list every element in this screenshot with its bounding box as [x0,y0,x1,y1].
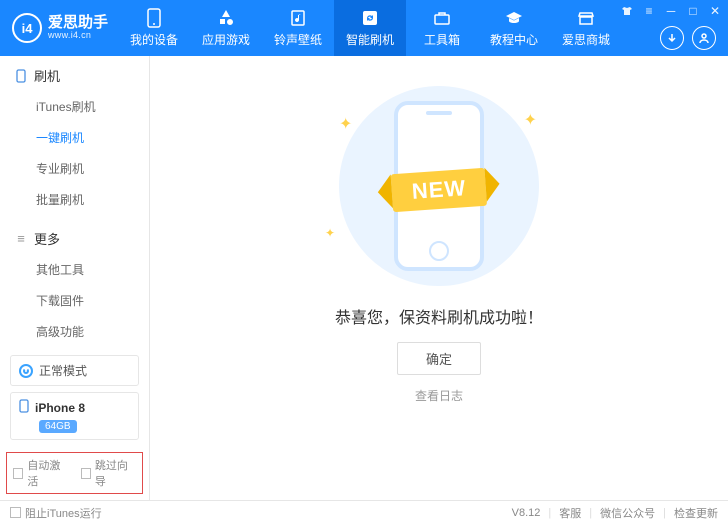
checkbox-icon [13,468,23,479]
toolbox-icon [432,8,452,28]
nav-label: 工具箱 [424,31,460,48]
sidebar-item-itunes-flash[interactable]: iTunes刷机 [0,91,149,122]
brand-subtitle: www.i4.cn [48,31,108,41]
top-nav: 我的设备 应用游戏 铃声壁纸 智能刷机 工具箱 教程中心 爱思商城 [118,0,622,56]
sidebar-group-title: 刷机 [34,66,60,85]
sidebar-item-batch-flash[interactable]: 批量刷机 [0,184,149,215]
nav-apps[interactable]: 应用游戏 [190,0,262,56]
status-bar: 阻止iTunes运行 V8.12 | 客服 | 微信公众号 | 检查更新 [0,500,728,524]
nav-label: 我的设备 [130,31,178,48]
header: i4 爱思助手 www.i4.cn 我的设备 应用游戏 铃声壁纸 智能刷机 工具… [0,0,728,56]
nav-label: 爱思商城 [562,31,610,48]
skip-guide-checkbox[interactable]: 跳过向导 [81,457,137,489]
main-content: ✦ ✦ ✦ NEW 恭喜您，保资料刷机成功啦！ 确定 查看日志 [150,56,728,500]
mode-label: 正常模式 [39,362,87,379]
nav-label: 智能刷机 [346,31,394,48]
view-log-link[interactable]: 查看日志 [415,387,463,404]
nav-tutorial[interactable]: 教程中心 [478,0,550,56]
device-box[interactable]: iPhone 8 64GB [10,392,139,440]
graduation-icon [504,8,524,28]
store-icon [576,8,596,28]
nav-flash[interactable]: 智能刷机 [334,0,406,56]
nav-toolbox[interactable]: 工具箱 [406,0,478,56]
sidebar-group-flash: 刷机 [0,56,149,89]
user-button[interactable] [692,26,716,50]
storage-badge: 64GB [39,420,77,433]
brand: i4 爱思助手 www.i4.cn [0,13,118,43]
block-itunes-checkbox[interactable]: 阻止iTunes运行 [10,505,102,521]
sidebar-item-download-firmware[interactable]: 下载固件 [0,285,149,316]
tshirt-icon[interactable] [620,4,634,18]
refresh-icon [360,8,380,28]
sparkle-icon: ✦ [339,114,352,134]
maximize-icon[interactable]: □ [686,4,700,18]
phone-icon [144,8,164,28]
list-icon: ≡ [14,232,28,246]
version-label: V8.12 [512,507,541,519]
bottom-options: 自动激活 跳过向导 [6,452,143,494]
auto-activate-checkbox[interactable]: 自动激活 [13,457,69,489]
phone-small-icon [14,69,28,83]
device-phone-icon [19,399,29,416]
checkbox-icon [10,507,21,518]
nav-label: 铃声壁纸 [274,31,322,48]
minimize-icon[interactable]: ─ [664,4,678,18]
device-name: iPhone 8 [35,401,85,415]
support-link[interactable]: 客服 [559,505,581,521]
new-ribbon: NEW [391,168,488,212]
nav-label: 教程中心 [490,31,538,48]
sparkle-icon: ✦ [524,110,537,130]
sidebar-group-more: ≡ 更多 [0,219,149,252]
menu-icon[interactable]: ≡ [642,4,656,18]
music-icon [288,8,308,28]
sidebar-item-onekey-flash[interactable]: 一键刷机 [0,122,149,153]
nav-ringtone[interactable]: 铃声壁纸 [262,0,334,56]
wechat-link[interactable]: 微信公众号 [600,505,655,521]
nav-label: 应用游戏 [202,31,250,48]
nav-store[interactable]: 爱思商城 [550,0,622,56]
mode-box[interactable]: 正常模式 [10,355,139,386]
success-illustration: ✦ ✦ ✦ NEW [319,86,559,286]
sidebar: 刷机 iTunes刷机 一键刷机 专业刷机 批量刷机 ≡ 更多 其他工具 下载固… [0,56,150,500]
ok-button[interactable]: 确定 [397,342,481,375]
window-controls: ≡ ─ □ ✕ [620,4,722,18]
apps-icon [216,8,236,28]
mode-icon [19,364,33,378]
brand-title: 爱思助手 [48,15,108,32]
sidebar-item-advanced[interactable]: 高级功能 [0,316,149,347]
sidebar-item-other-tools[interactable]: 其他工具 [0,254,149,285]
sidebar-group-title: 更多 [34,229,60,248]
sidebar-item-pro-flash[interactable]: 专业刷机 [0,153,149,184]
check-update-link[interactable]: 检查更新 [674,505,718,521]
download-button[interactable] [660,26,684,50]
close-icon[interactable]: ✕ [708,4,722,18]
sparkle-icon: ✦ [325,226,335,240]
success-message: 恭喜您，保资料刷机成功啦！ [335,304,543,328]
checkbox-icon [81,468,91,479]
nav-my-device[interactable]: 我的设备 [118,0,190,56]
brand-logo: i4 [12,13,42,43]
